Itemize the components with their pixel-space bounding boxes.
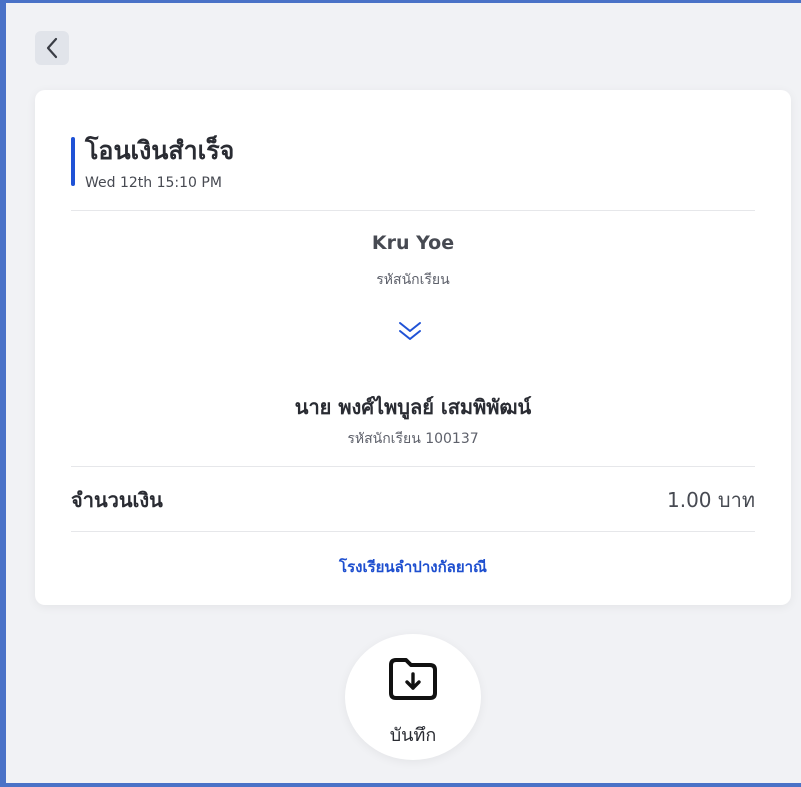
school-name: โรงเรียนลำปางกัลยาณี bbox=[339, 558, 487, 576]
recipient-id: รหัสนักเรียน 100137 bbox=[347, 431, 479, 447]
save-button[interactable]: บันทึก bbox=[345, 634, 481, 760]
chevron-left-icon bbox=[46, 37, 58, 59]
accent-bar bbox=[71, 137, 75, 186]
divider bbox=[71, 210, 755, 211]
receipt-card: โอนเงินสำเร็จ Wed 12th 15:10 PM Kru Yoe … bbox=[35, 90, 791, 605]
sender-name: Kru Yoe bbox=[371, 232, 455, 254]
amount-value: 1.00 บาท bbox=[667, 488, 755, 512]
save-button-label: บันทึก bbox=[389, 725, 437, 746]
amount-label: จำนวนเงิน bbox=[71, 488, 163, 512]
folder-download-icon bbox=[389, 658, 437, 700]
divider bbox=[71, 531, 755, 532]
transaction-timestamp: Wed 12th 15:10 PM bbox=[85, 175, 222, 191]
sender-id-label: รหัสนักเรียน bbox=[376, 272, 450, 288]
status-title: โอนเงินสำเร็จ bbox=[85, 136, 235, 165]
double-chevron-down-icon bbox=[399, 322, 421, 340]
divider bbox=[71, 466, 755, 467]
app-frame: โอนเงินสำเร็จ Wed 12th 15:10 PM Kru Yoe … bbox=[0, 0, 801, 787]
back-button[interactable] bbox=[35, 31, 69, 65]
recipient-name: นาย พงศ์ไพบูลย์ เสมพิพัฒน์ bbox=[294, 395, 532, 419]
